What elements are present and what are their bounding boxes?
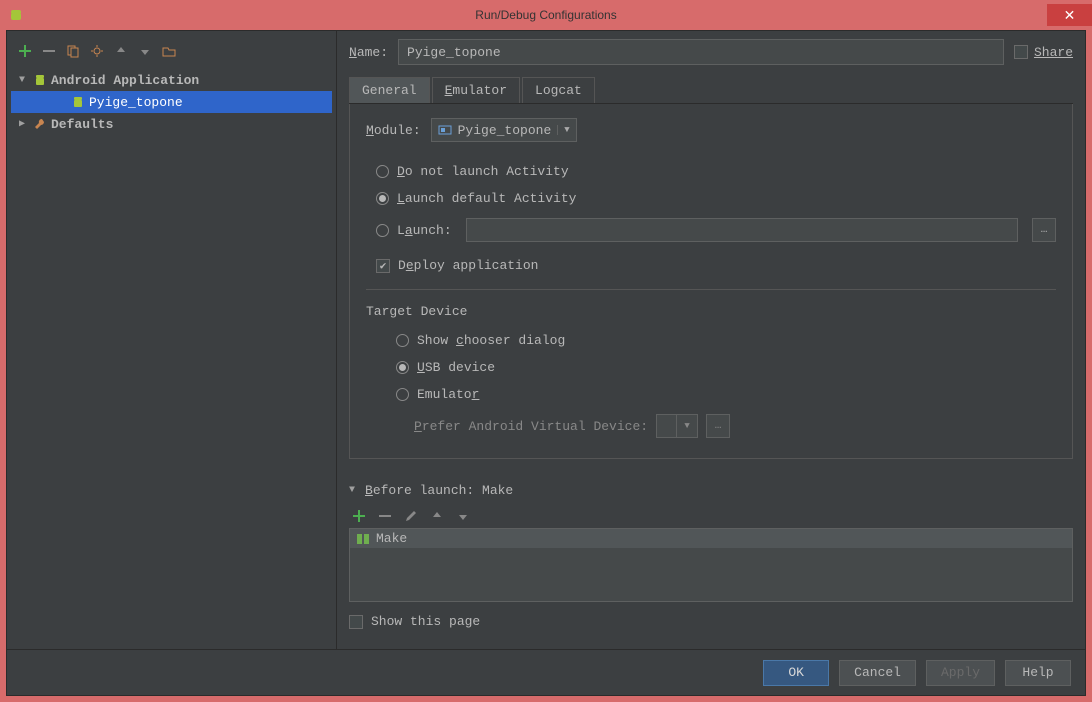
chevron-down-icon: ▼: [19, 75, 29, 86]
remove-icon[interactable]: [41, 43, 57, 59]
close-button[interactable]: ✕: [1047, 4, 1092, 26]
window-title: Run/Debug Configurations: [475, 8, 616, 22]
tab-general[interactable]: General: [349, 77, 430, 103]
down-icon[interactable]: [137, 43, 153, 59]
tab-emulator[interactable]: Emulator: [432, 77, 520, 103]
name-input[interactable]: [398, 39, 1004, 65]
chevron-down-icon: ▼: [557, 125, 569, 135]
tab-logcat[interactable]: Logcat: [522, 77, 595, 103]
help-button[interactable]: Help: [1005, 660, 1071, 686]
down-icon[interactable]: [455, 508, 471, 524]
radio-launch-specific[interactable]: Launch: …: [366, 212, 1056, 248]
general-tab-content: Module: Pyige_topone ▼ Do not launch Act…: [349, 104, 1073, 459]
radio-icon: [396, 388, 409, 401]
target-device-label: Target Device: [366, 304, 1056, 319]
cancel-button[interactable]: Cancel: [839, 660, 916, 686]
radio-launch-default[interactable]: Launch default Activity: [366, 185, 1056, 212]
avd-select[interactable]: ▼: [656, 414, 698, 438]
checkbox-icon: [349, 615, 363, 629]
radio-icon: [376, 192, 389, 205]
tabs: General Emulator Logcat: [349, 77, 1073, 104]
tree-label: Android Application: [51, 73, 199, 88]
radio-icon: [376, 165, 389, 178]
chevron-down-icon: ▼: [677, 421, 697, 431]
settings-icon[interactable]: [89, 43, 105, 59]
before-launch-list[interactable]: Make: [349, 528, 1073, 602]
share-checkbox[interactable]: Share: [1014, 45, 1073, 60]
before-launch-header[interactable]: ▼ Before launch: Make: [349, 483, 1073, 498]
wrench-icon: [33, 117, 47, 131]
launch-activity-input[interactable]: [466, 218, 1018, 242]
apply-button[interactable]: Apply: [926, 660, 995, 686]
show-page-checkbox[interactable]: Show this page: [349, 614, 1073, 629]
left-panel: ▼ Android Application Pyige_topone ▶ Def…: [7, 31, 337, 649]
tree-item-android-application[interactable]: ▼ Android Application: [11, 69, 332, 91]
checkbox-icon: ✔: [376, 259, 390, 273]
up-icon[interactable]: [429, 508, 445, 524]
up-icon[interactable]: [113, 43, 129, 59]
ok-button[interactable]: OK: [763, 660, 829, 686]
make-icon: [356, 533, 370, 545]
checkbox-icon: [1014, 45, 1028, 59]
tree-label: Defaults: [51, 117, 113, 132]
radio-usb[interactable]: USB device: [386, 354, 1056, 381]
chevron-right-icon: ▶: [19, 118, 29, 130]
name-label: Name:: [349, 45, 388, 60]
list-item[interactable]: Make: [350, 529, 1072, 548]
radio-icon: [396, 334, 409, 347]
android-icon: [33, 73, 47, 87]
module-select[interactable]: Pyige_topone ▼: [431, 118, 577, 142]
radio-icon: [396, 361, 409, 374]
tree-label: Pyige_topone: [89, 95, 183, 110]
radio-no-launch[interactable]: Do not launch Activity: [366, 158, 1056, 185]
add-icon[interactable]: [17, 43, 33, 59]
config-toolbar: [11, 39, 332, 69]
browse-button[interactable]: …: [1032, 218, 1056, 242]
folder-icon[interactable]: [161, 43, 177, 59]
radio-chooser[interactable]: Show chooser dialog: [386, 327, 1056, 354]
chevron-down-icon: ▼: [349, 485, 359, 496]
add-icon[interactable]: [351, 508, 367, 524]
deploy-checkbox[interactable]: ✔ Deploy application: [366, 248, 1056, 283]
config-tree: ▼ Android Application Pyige_topone ▶ Def…: [11, 69, 332, 641]
before-launch-toolbar: [349, 504, 1073, 528]
avd-browse-button[interactable]: …: [706, 414, 730, 438]
android-icon: [71, 95, 85, 109]
radio-icon: [376, 224, 389, 237]
edit-icon[interactable]: [403, 508, 419, 524]
tree-item-config[interactable]: Pyige_topone: [11, 91, 332, 113]
avd-label: Prefer Android Virtual Device:: [414, 419, 648, 434]
app-icon: [8, 7, 24, 23]
copy-icon[interactable]: [65, 43, 81, 59]
titlebar: Run/Debug Configurations ✕: [0, 0, 1092, 30]
right-panel: Name: Share General Emulator Logcat Modu…: [337, 31, 1085, 649]
tree-item-defaults[interactable]: ▶ Defaults: [11, 113, 332, 135]
radio-emulator[interactable]: Emulator: [386, 381, 1056, 408]
remove-icon[interactable]: [377, 508, 393, 524]
module-label: Module:: [366, 123, 421, 138]
dialog-button-bar: OK Cancel Apply Help: [7, 649, 1085, 695]
module-icon: [438, 124, 452, 136]
